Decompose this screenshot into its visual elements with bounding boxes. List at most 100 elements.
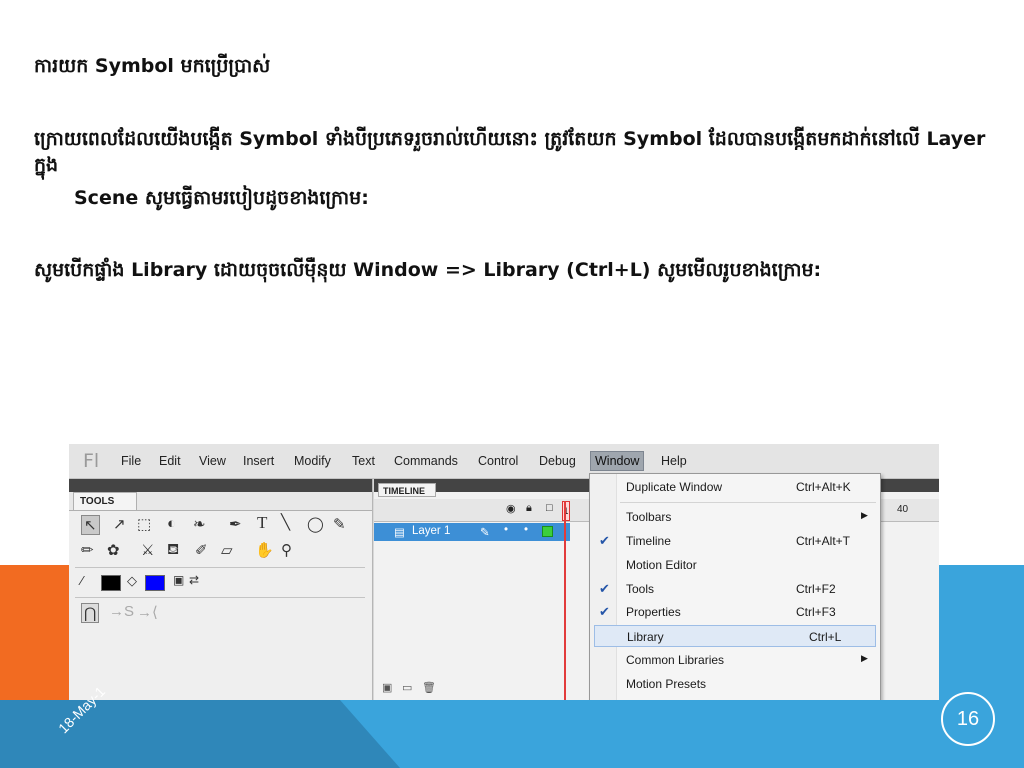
pencil-tool-icon[interactable]: ✎: [333, 515, 346, 533]
lasso-tool-icon[interactable]: ❧: [193, 515, 206, 533]
menu-item-label: Timeline: [626, 534, 671, 548]
bone-tool-icon[interactable]: ⚔: [141, 541, 154, 559]
flash-logo: Fl: [83, 450, 100, 472]
slide-heading: ការយក Symbol មកប្រើប្រាស់: [34, 55, 271, 77]
menu-item-label: Motion Editor: [626, 558, 697, 572]
brush-tool-icon[interactable]: ✏: [81, 541, 94, 559]
text-tool-icon[interactable]: T: [257, 513, 267, 533]
menu-insert[interactable]: Insert: [243, 454, 274, 468]
zoom-tool-icon[interactable]: ⚲: [281, 541, 292, 559]
menu-item-shortcut: Ctrl+L: [809, 630, 842, 644]
timeline-panel: TIMELINE ◉ 🔒︎ □ 1 ▤ Layer 1 ✎ • • ▣ ▭ 🗑︎: [374, 479, 590, 700]
menu-item-label: Library: [627, 630, 664, 644]
layer-row[interactable]: ▤ Layer 1 ✎ • •: [374, 523, 570, 541]
tools-separator: [75, 567, 365, 568]
line-tool-icon[interactable]: ╲: [281, 513, 290, 531]
fill-color-swatch[interactable]: [145, 575, 165, 591]
timeline-tab[interactable]: TIMELINE: [378, 483, 436, 497]
slide-page-number: 16: [941, 692, 995, 746]
menu-item-toolbars[interactable]: Toolbars ▶: [590, 506, 880, 528]
frame-ruler: 40: [879, 499, 939, 522]
oval-tool-icon[interactable]: ◯: [307, 515, 324, 533]
eye-icon[interactable]: ◉: [506, 502, 516, 515]
tools-separator: [75, 597, 365, 598]
menu-item-motion-presets[interactable]: Motion Presets: [590, 673, 880, 695]
menu-window[interactable]: Window: [590, 451, 645, 471]
subselection-tool-icon[interactable]: ↗: [113, 515, 126, 533]
paragraph-2: សូមបើកផ្ទាំង Library ដោយចុចលើម៉ឺនុយ Wind…: [34, 259, 822, 281]
pen-tool-icon[interactable]: ✒: [229, 515, 242, 533]
hand-tool-icon[interactable]: ✋: [255, 541, 274, 559]
outline-color-box[interactable]: [542, 526, 553, 537]
tools-tab[interactable]: TOOLS: [73, 492, 137, 510]
menu-item-shortcut: Ctrl+F2: [796, 582, 836, 596]
timeline-header: ◉ 🔒︎ □: [374, 499, 589, 522]
stroke-color-swatch[interactable]: [101, 575, 121, 591]
tools-body: ↖ ↗ ⬚ ◐ ❧ ✒ T ╲ ◯ ✎ ✏ ✿ ⚔ ⛾ ✐ ▱ ✋ ⚲ ∕ ◇ …: [69, 510, 372, 700]
menu-item-label: Motion Presets: [626, 677, 707, 691]
menu-item-library[interactable]: Library Ctrl+L: [594, 625, 876, 647]
menu-control[interactable]: Control: [478, 454, 518, 468]
checkmark-icon: ✔: [599, 604, 610, 619]
ruler-label: 40: [897, 504, 909, 515]
3d-rotation-tool-icon[interactable]: ◐: [167, 515, 176, 532]
visibility-dot[interactable]: •: [504, 524, 508, 536]
lock-icon[interactable]: 🔒︎: [526, 502, 532, 515]
menu-item-motion-editor[interactable]: Motion Editor: [590, 554, 880, 576]
eraser-tool-icon[interactable]: ▱: [221, 541, 233, 559]
tools-panel: TOOLS ↖ ↗ ⬚ ◐ ❧ ✒ T ╲ ◯ ✎ ✏ ✿ ⚔ ⛾ ✐ ▱ ✋ …: [69, 479, 373, 700]
menu-item-shortcut: Ctrl+F3: [796, 605, 836, 619]
stroke-color-icon[interactable]: ∕: [81, 573, 83, 588]
submenu-arrow-icon: ▶: [861, 653, 868, 663]
tools-tab-strip: [69, 479, 372, 492]
black-white-icon[interactable]: ▣: [173, 573, 184, 587]
menu-edit[interactable]: Edit: [159, 454, 181, 468]
menu-item-properties[interactable]: ✔ Properties Ctrl+F3: [590, 601, 880, 623]
new-folder-icon[interactable]: ▭: [402, 681, 412, 694]
menu-item-label: Common Libraries: [626, 653, 725, 667]
snap-to-objects-icon[interactable]: ⋂: [81, 603, 100, 623]
layer-icon: ▤: [394, 527, 405, 539]
paint-bucket-tool-icon[interactable]: ⛾: [167, 541, 179, 560]
menu-view[interactable]: View: [199, 454, 226, 468]
menu-item-tools[interactable]: ✔ Tools Ctrl+F2: [590, 578, 880, 600]
delete-icon[interactable]: 🗑︎: [422, 681, 436, 694]
lock-dot[interactable]: •: [524, 524, 528, 536]
straighten-icon[interactable]: →⟨: [137, 603, 158, 621]
checkmark-icon: ✔: [599, 533, 610, 548]
menu-item-shortcut: Ctrl+Alt+T: [796, 534, 851, 548]
fill-color-icon[interactable]: ◇: [127, 573, 137, 589]
eyedropper-tool-icon[interactable]: ✐: [195, 541, 208, 559]
dark-blue-footer-band: [0, 700, 400, 768]
menu-item-common-libraries[interactable]: Common Libraries ▶: [590, 649, 880, 671]
selection-tool-icon[interactable]: ↖: [81, 515, 100, 535]
menu-modify[interactable]: Modify: [294, 454, 331, 468]
flash-screenshot: Fl File Edit View Insert Modify Text Com…: [69, 444, 939, 700]
new-layer-icon[interactable]: ▣: [382, 681, 392, 694]
free-transform-tool-icon[interactable]: ⬚: [137, 515, 151, 533]
deco-tool-icon[interactable]: ✿: [107, 541, 120, 559]
smooth-icon[interactable]: →S: [109, 603, 134, 620]
outline-icon[interactable]: □: [546, 502, 553, 514]
menu-debug[interactable]: Debug: [539, 454, 576, 468]
frames-strip: [879, 479, 939, 492]
menu-separator: [620, 502, 876, 503]
menu-item-label: Toolbars: [626, 510, 672, 524]
paragraph-1-continued: Scene សូមធ្វើតាមរបៀបដូចខាងក្រោម:: [74, 187, 369, 209]
swap-colors-icon[interactable]: ⇄: [189, 573, 199, 587]
menu-item-label: Duplicate Window: [626, 480, 723, 494]
menu-text[interactable]: Text: [352, 454, 375, 468]
menu-file[interactable]: File: [121, 454, 141, 468]
menu-commands[interactable]: Commands: [394, 454, 458, 468]
frames-area: 40: [879, 479, 939, 700]
menu-item-label: Tools: [626, 582, 655, 596]
playhead[interactable]: [564, 501, 566, 700]
menu-item-timeline[interactable]: ✔ Timeline Ctrl+Alt+T: [590, 530, 880, 552]
menu-item-duplicate-window[interactable]: Duplicate Window Ctrl+Alt+K: [590, 476, 880, 498]
pencil-icon: ✎: [480, 527, 490, 539]
layer-name: Layer 1: [412, 525, 451, 537]
submenu-arrow-icon: ▶: [861, 510, 868, 520]
menu-help[interactable]: Help: [661, 454, 687, 468]
menu-item-label: Properties: [626, 605, 681, 619]
menu-item-shortcut: Ctrl+Alt+K: [796, 480, 851, 494]
